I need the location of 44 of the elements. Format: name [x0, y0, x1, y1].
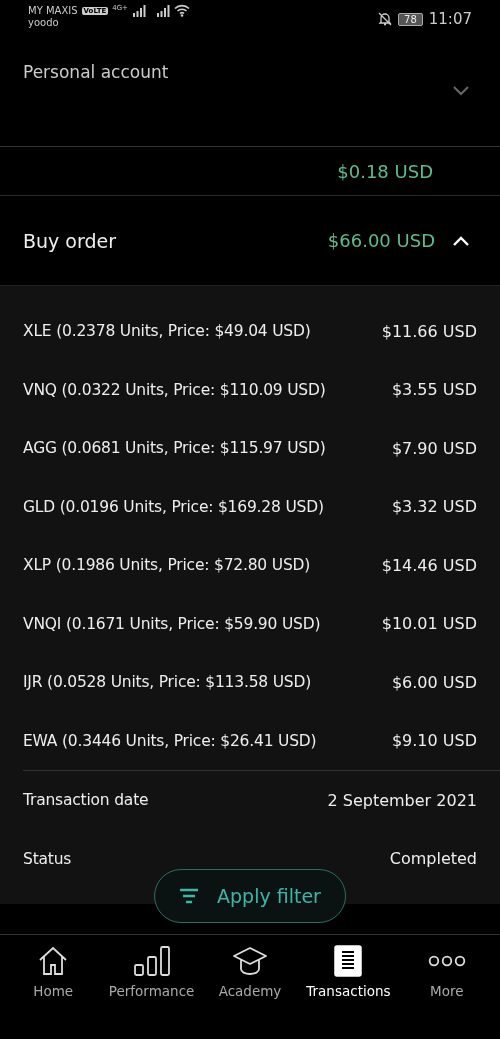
filter-icon [179, 888, 200, 904]
wifi-icon [174, 4, 190, 17]
nav-tab[interactable]: Academy [200, 945, 300, 1039]
carrier-name: yoodo [28, 17, 60, 28]
holding-label: IJR (0.0528 Units, Price: $113.58 USD) [23, 673, 312, 692]
detail-label: Transaction date [23, 791, 149, 810]
holding-label: GLD (0.0196 Units, Price: $169.28 USD) [23, 497, 324, 516]
detail-value: 2 September 2021 [327, 790, 477, 810]
signal-icon [156, 4, 170, 17]
carrier-name: MY MAXIS [28, 5, 78, 16]
apply-filter-button[interactable]: Apply filter [154, 869, 346, 923]
muted-bell-icon [378, 12, 393, 26]
order-title: Buy order [23, 229, 118, 252]
holding-amount: $14.46 USD [381, 555, 477, 575]
holding-amount: $3.32 USD [391, 497, 477, 517]
holding-label: VNQ (0.0322 Units, Price: $110.09 USD) [23, 380, 326, 399]
holding-label: AGG (0.0681 Units, Price: $115.97 USD) [23, 439, 326, 458]
detail-label: Status [23, 849, 72, 868]
holding-amount: $3.55 USD [391, 380, 477, 400]
holding-label: EWA (0.3446 Units, Price: $26.41 USD) [23, 731, 317, 750]
holding-label: XLP (0.1986 Units, Price: $72.80 USD) [23, 556, 311, 575]
nav-tab[interactable]: Home [4, 945, 103, 1039]
document-icon [334, 945, 363, 977]
nav-tab[interactable]: More [397, 945, 497, 1039]
bar-chart-icon [132, 945, 171, 977]
holding-amount: $11.66 USD [381, 321, 477, 341]
holding-amount: $7.90 USD [391, 438, 477, 458]
holding-amount: $6.00 USD [391, 672, 477, 692]
holding-label: VNQI (0.1671 Units, Price: $59.90 USD) [23, 614, 321, 633]
chevron-down-icon[interactable] [453, 86, 469, 96]
nav-tab[interactable]: Performance [102, 945, 201, 1039]
battery-icon: 78 [398, 12, 423, 26]
signal-icon [132, 4, 146, 17]
holding-amount: $9.10 USD [391, 731, 477, 751]
detail-value: Completed [389, 849, 477, 869]
holding-label: XLE (0.2378 Units, Price: $49.04 USD) [23, 322, 311, 341]
account-title: Personal account [23, 62, 169, 82]
nav-tab[interactable]: Transactions [299, 945, 398, 1039]
order-amount: $66.00 USD [327, 230, 435, 251]
clock: 11:07 [428, 10, 472, 28]
dividend-amount: $0.18 USD [337, 160, 433, 182]
holding-amount: $10.01 USD [381, 614, 477, 634]
chevron-up-icon[interactable] [453, 235, 469, 246]
graduation-cap-icon [232, 945, 268, 977]
